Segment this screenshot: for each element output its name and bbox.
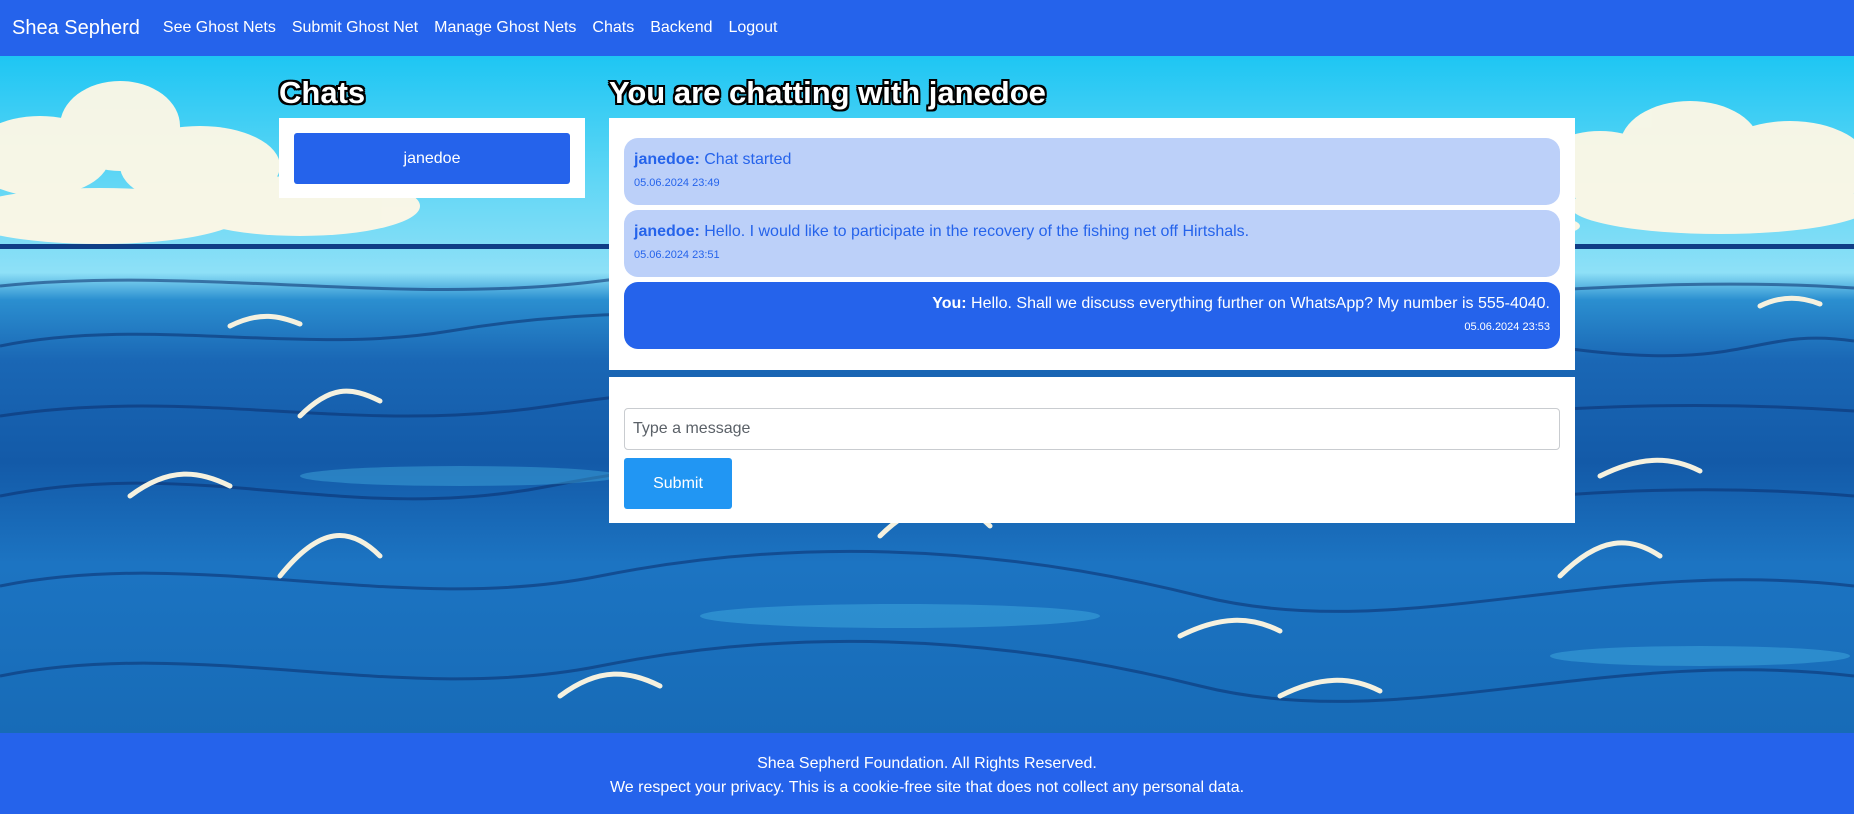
message-author: You: — [932, 295, 967, 312]
message-text: Hello. I would like to participate in th… — [704, 223, 1250, 240]
page-footer: Shea Sepherd Foundation. All Rights Rese… — [0, 733, 1854, 814]
footer-privacy-note: We respect your privacy. This is a cooki… — [609, 779, 1245, 796]
nav-link-submit-ghost-net[interactable]: Submit Ghost Net — [292, 19, 418, 37]
message-input[interactable] — [624, 408, 1560, 450]
message-timestamp: 05.06.2024 23:49 — [634, 177, 720, 189]
conversation-title: You are chatting with janedoe — [609, 75, 1046, 110]
chats-heading: Chats — [279, 75, 366, 110]
message-composer: Submit — [609, 377, 1575, 523]
message-text: Chat started — [704, 151, 792, 168]
submit-button[interactable]: Submit — [624, 458, 732, 509]
nav-link-logout[interactable]: Logout — [728, 19, 777, 37]
nav-link-see-ghost-nets[interactable]: See Ghost Nets — [163, 19, 276, 37]
message-timestamp: 05.06.2024 23:51 — [634, 249, 720, 261]
chat-item-janedoe[interactable]: janedoe — [294, 133, 570, 184]
messages-panel: janedoe: Chat started 05.06.2024 23:49 j… — [609, 118, 1575, 370]
message-author: janedoe: — [634, 223, 700, 240]
message-bubble-outgoing: You: Hello. Shall we discuss everything … — [624, 282, 1560, 349]
message-text: Hello. Shall we discuss everything furth… — [971, 295, 1550, 312]
nav-link-manage-ghost-nets[interactable]: Manage Ghost Nets — [434, 19, 576, 37]
nav-link-backend[interactable]: Backend — [650, 19, 712, 37]
message-timestamp: 05.06.2024 23:53 — [1464, 321, 1550, 333]
chat-list-panel: janedoe — [279, 118, 585, 198]
message-bubble-incoming: janedoe: Hello. I would like to particip… — [624, 210, 1560, 277]
message-author: janedoe: — [634, 151, 700, 168]
top-navbar: Shea Sepherd See Ghost Nets Submit Ghost… — [0, 0, 1854, 56]
nav-link-chats[interactable]: Chats — [592, 19, 634, 37]
message-bubble-incoming: janedoe: Chat started 05.06.2024 23:49 — [624, 138, 1560, 205]
footer-copyright: Shea Sepherd Foundation. All Rights Rese… — [757, 755, 1097, 772]
brand-link[interactable]: Shea Sepherd — [12, 17, 140, 40]
